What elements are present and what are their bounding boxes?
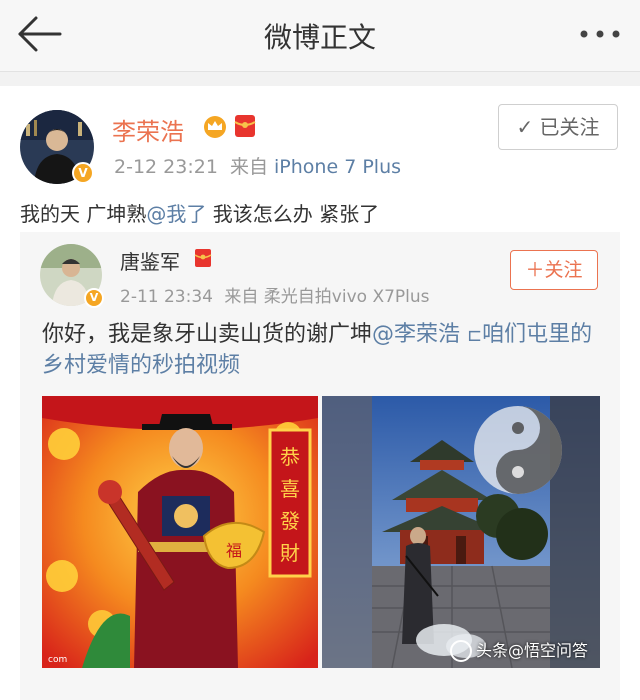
crown-vip-icon bbox=[204, 116, 226, 138]
more-dots-icon[interactable] bbox=[578, 22, 622, 46]
nav-bar: 微博正文 bbox=[0, 0, 640, 72]
repost-redpacket-icon bbox=[194, 249, 212, 267]
pavilion-scene-image bbox=[322, 396, 600, 668]
repost-text-part1: 你好，我是象牙山卖山货的谢广坤 bbox=[42, 322, 373, 347]
svg-text:com: com bbox=[48, 655, 67, 665]
svg-text:福: 福 bbox=[226, 541, 242, 560]
follow-button[interactable]: ＋关注 bbox=[510, 250, 598, 290]
post-text: 我的天 广坤熟@我了 我该怎么办 紧张了 bbox=[20, 198, 379, 227]
repost-text: 你好，我是象牙山卖山货的谢广坤@李荣浩 ⊏咱们屯里的乡村爱情的秒拍视频 bbox=[42, 320, 602, 381]
post-source[interactable]: iPhone 7 Plus bbox=[274, 156, 401, 178]
page-title: 微博正文 bbox=[263, 21, 376, 54]
svg-text:喜: 喜 bbox=[280, 477, 300, 501]
repost-author-name[interactable]: 唐鉴军 bbox=[120, 246, 180, 275]
wukong-logo-icon bbox=[449, 640, 472, 662]
repost-time: 2-11 23:34 bbox=[120, 287, 213, 307]
svg-text:財: 財 bbox=[280, 541, 300, 565]
post-text-part2: 我该怎么办 紧张了 bbox=[206, 202, 380, 226]
god-of-wealth-image: 恭 喜 發 財 福 com bbox=[42, 396, 318, 668]
redpacket-icon bbox=[234, 115, 256, 137]
post-text-part1: 我的天 广坤熟 bbox=[20, 202, 147, 226]
repost-verified-badge-icon: V bbox=[84, 288, 104, 308]
reposted-original[interactable]: V 唐鉴军 2-11 23:34 来自 柔光自拍vivo X7Plus ＋关注 … bbox=[20, 232, 620, 700]
watermark-label: 头条@悟空问答 bbox=[475, 640, 588, 660]
svg-text:恭: 恭 bbox=[280, 445, 300, 469]
watermark-text: 头条@悟空问答 bbox=[449, 637, 588, 662]
author-name[interactable]: 李荣浩 bbox=[112, 112, 184, 147]
video-link-icon: ⊏ bbox=[467, 325, 483, 346]
post-card: V 李荣浩 2-12 23:21 来自 iPhone 7 Plus ✓ 已关注 … bbox=[0, 86, 640, 700]
repost-source-prefix: 来自 bbox=[224, 287, 259, 307]
repost-meta: 2-11 23:34 来自 柔光自拍vivo X7Plus bbox=[120, 282, 430, 307]
repost-mention-link[interactable]: @李荣浩 bbox=[372, 322, 460, 347]
source-prefix: 来自 bbox=[229, 156, 268, 178]
post-mention-link[interactable]: @我了 bbox=[146, 202, 206, 226]
svg-text:發: 發 bbox=[280, 509, 300, 533]
post-image-1[interactable]: 恭 喜 發 財 福 com bbox=[42, 396, 318, 668]
post-image-2[interactable]: 头条@悟空问答 bbox=[322, 396, 600, 668]
followed-button[interactable]: ✓ 已关注 bbox=[498, 104, 618, 150]
verified-badge-icon: V bbox=[72, 162, 94, 184]
post-time: 2-12 23:21 bbox=[114, 156, 218, 178]
post-meta: 2-12 23:21 来自 iPhone 7 Plus bbox=[114, 152, 401, 179]
repost-source[interactable]: 柔光自拍vivo X7Plus bbox=[264, 287, 430, 307]
